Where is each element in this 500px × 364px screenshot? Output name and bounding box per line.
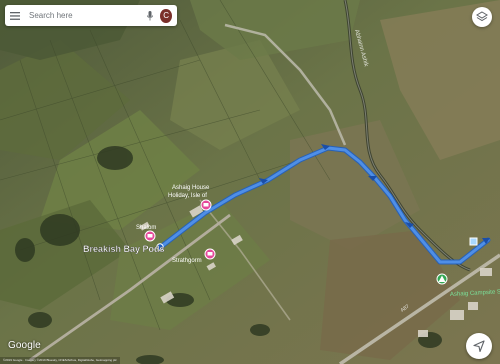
search-bar[interactable]: C (5, 5, 177, 26)
satellite-map[interactable]: Breakish Bay Pods Ashaig House Holiday, … (0, 0, 500, 364)
menu-button[interactable] (5, 5, 25, 26)
route-start-icon[interactable] (469, 237, 478, 246)
place-label-ashaig-house[interactable]: Ashaig House (172, 185, 210, 191)
layers-button[interactable] (472, 7, 492, 27)
microphone-icon (146, 10, 153, 20)
map-copyright: ©2019 Google · Imagery ©2019 Bluesky, CN… (0, 357, 120, 364)
navigation-arrow-icon (473, 340, 485, 352)
search-input[interactable] (25, 6, 143, 25)
google-logo: Google (8, 340, 41, 351)
campsite-pin-icon[interactable] (436, 273, 448, 285)
place-label-ashaig-house-2: Holiday, Isle of (168, 193, 207, 199)
navigate-button[interactable] (466, 333, 492, 359)
hotel-pin-icon[interactable] (144, 230, 156, 242)
place-label-breakish[interactable]: Breakish Bay Pods (83, 244, 165, 254)
place-label-strathgorm[interactable]: Strathgorm (172, 258, 202, 264)
hotel-pin-icon[interactable] (204, 248, 216, 260)
hotel-pin-icon[interactable] (200, 199, 212, 211)
place-label-shalom[interactable]: Shalom (136, 225, 156, 231)
hamburger-menu-icon (10, 11, 20, 20)
voice-search-button[interactable] (143, 5, 156, 26)
layers-icon (476, 11, 488, 22)
account-avatar[interactable]: C (160, 8, 172, 23)
